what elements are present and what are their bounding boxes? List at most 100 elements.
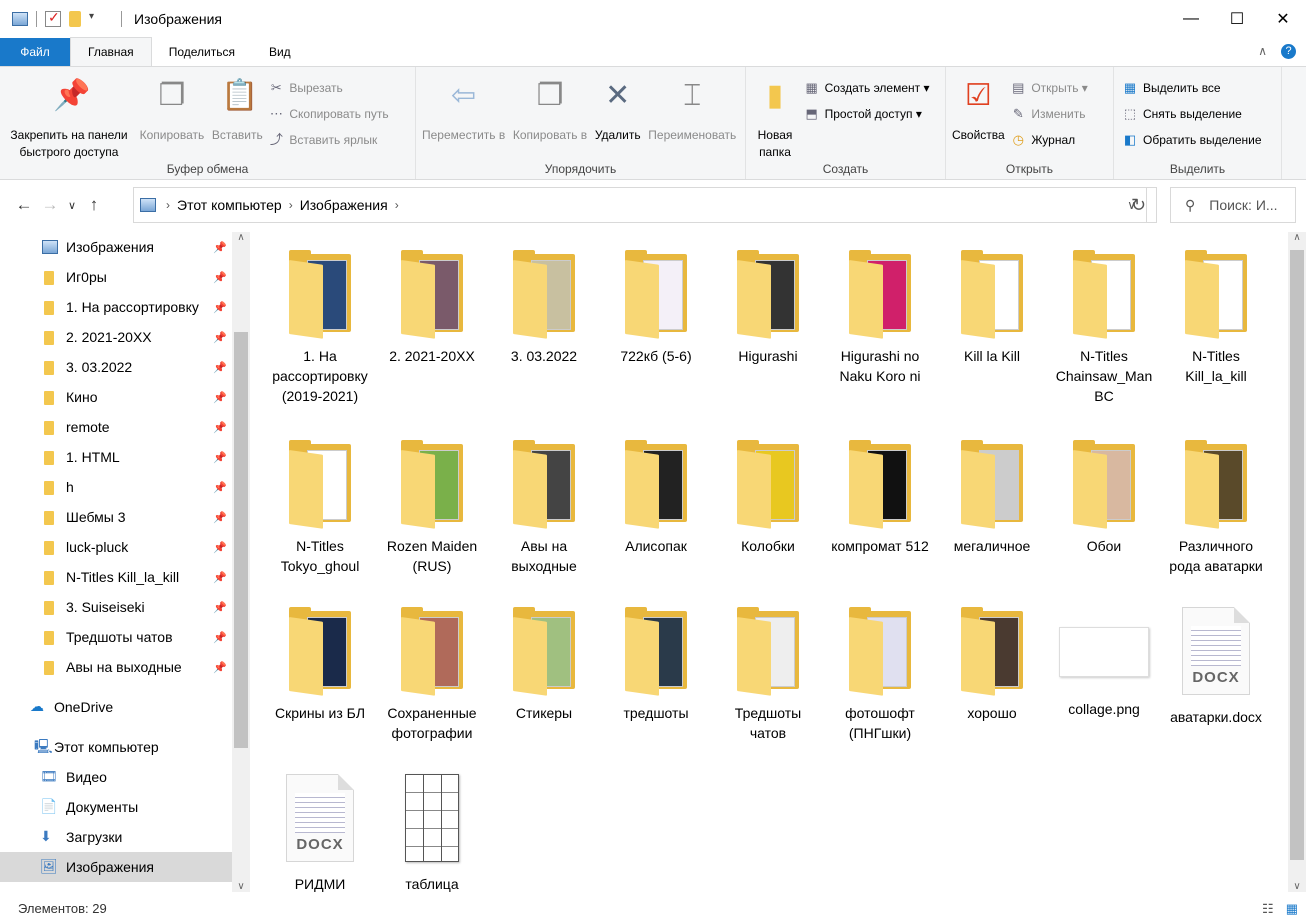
open-button[interactable]: ▤ Открыть ▾	[1010, 75, 1088, 101]
nav-scrollbar[interactable]: ∧ ∨	[232, 232, 250, 892]
file-item[interactable]: Обои	[1048, 430, 1160, 597]
file-item[interactable]: компромат 512	[824, 430, 936, 597]
details-view-icon[interactable]: ☷	[1262, 901, 1274, 917]
file-item[interactable]: Авы на выходные	[488, 430, 600, 597]
edit-button[interactable]: ✎ Изменить	[1010, 101, 1088, 127]
file-item[interactable]: таблица	[376, 764, 488, 893]
file-item[interactable]: Kill la Kill	[936, 240, 1048, 430]
select-all-button[interactable]: ▦ Выделить все	[1122, 75, 1262, 101]
file-item[interactable]: тредшоты	[600, 597, 712, 764]
recent-locations-button[interactable]: ∨	[64, 199, 80, 212]
nav-item[interactable]: Тредшоты чатов 📌	[0, 622, 232, 652]
nav-item[interactable]: ♪М...	[0, 882, 232, 893]
breadcrumb-pictures[interactable]: Изображения	[300, 197, 388, 213]
file-item[interactable]: Колобки	[712, 430, 824, 597]
nav-item[interactable]: luck-pluck 📌	[0, 532, 232, 562]
nav-item[interactable]: 1. На рассортировку 📌	[0, 292, 232, 322]
file-item[interactable]: 1. На рассортировку (2019-2021)	[264, 240, 376, 430]
nav-item[interactable]: 3. 03.2022 📌	[0, 352, 232, 382]
breadcrumb-this-pc[interactable]: Этот компьютер	[177, 197, 282, 213]
nav-item[interactable]: remote 📌	[0, 412, 232, 442]
copy-button[interactable]: ❐ Копировать	[138, 73, 207, 144]
cut-button[interactable]: ✂ Вырезать	[268, 75, 388, 101]
properties-button[interactable]: ☑ Свойства	[950, 73, 1007, 144]
paste-button[interactable]: 📋 Вставить	[210, 73, 265, 144]
minimize-button[interactable]: —	[1168, 0, 1214, 38]
file-item[interactable]: Скрины из БЛ	[264, 597, 376, 764]
address-bar[interactable]: › Этот компьютер › Изображения › ∨	[133, 187, 1147, 223]
file-item[interactable]: 722кб (5-6)	[600, 240, 712, 430]
file-item[interactable]: 3. 03.2022	[488, 240, 600, 430]
back-button[interactable]: ←	[12, 195, 36, 215]
new-folder-quick-icon[interactable]	[69, 11, 81, 27]
nav-item[interactable]: Кино 📌	[0, 382, 232, 412]
large-icons-view-icon[interactable]: ▦	[1286, 901, 1298, 917]
history-button[interactable]: ◷ Журнал	[1010, 127, 1088, 153]
nav-item[interactable]: 1. HTML 📌	[0, 442, 232, 472]
file-item[interactable]: Higurashi no Naku Koro ni	[824, 240, 936, 430]
paste-shortcut-button[interactable]: ⤴ Вставить ярлык	[268, 127, 388, 153]
forward-button[interactable]: →	[38, 195, 62, 215]
file-item[interactable]: фотошофт (ПНГшки)	[824, 597, 936, 764]
file-item[interactable]: N-Titles Kill_la_kill	[1160, 240, 1272, 430]
file-item[interactable]: Rozen Maiden (RUS)	[376, 430, 488, 597]
nav-item[interactable]: Авы на выходные 📌	[0, 652, 232, 682]
nav-item[interactable]: 3. Suiseiseki 📌	[0, 592, 232, 622]
search-input[interactable]: ⚲ Поиск: И...	[1170, 187, 1296, 223]
maximize-button[interactable]: ☐	[1214, 0, 1260, 38]
scroll-down-arrow[interactable]: ∨	[232, 881, 250, 892]
content-scrollbar-thumb[interactable]	[1290, 250, 1304, 860]
nav-item[interactable]: h 📌	[0, 472, 232, 502]
select-none-button[interactable]: ⬚ Снять выделение	[1122, 101, 1262, 127]
easy-access-button[interactable]: ⬒ Простой доступ ▾	[804, 101, 930, 127]
properties-quick-icon[interactable]	[45, 9, 61, 27]
pin-quick-access-button[interactable]: 📌 Закрепить на панели быстрого доступа	[4, 73, 134, 161]
file-item[interactable]: collage.png	[1048, 597, 1160, 764]
nav-item[interactable]: Шебмы 3 📌	[0, 502, 232, 532]
move-to-button[interactable]: ⇦ Переместить в	[420, 73, 507, 144]
file-item[interactable]: N-Titles Chainsaw_Man BC	[1048, 240, 1160, 430]
file-item[interactable]: Алисопак	[600, 430, 712, 597]
close-button[interactable]: ✕	[1260, 0, 1306, 38]
tab-view[interactable]: Вид	[252, 38, 308, 66]
invert-selection-button[interactable]: ◧ Обратить выделение	[1122, 127, 1262, 153]
copy-path-button[interactable]: ⋯ Скопировать путь	[268, 101, 389, 127]
up-button[interactable]: ↑	[82, 195, 106, 215]
file-item[interactable]: N-Titles Tokyo_ghoul	[264, 430, 376, 597]
scroll-up-arrow[interactable]: ∧	[1288, 232, 1306, 243]
tab-home[interactable]: Главная	[70, 37, 152, 66]
help-icon[interactable]: ?	[1281, 44, 1296, 59]
file-item[interactable]: Стикеры	[488, 597, 600, 764]
new-folder-button[interactable]: ▮ Новая папка	[750, 73, 800, 161]
nav-item[interactable]: ⬇ Загрузки	[0, 822, 232, 852]
customize-chevron-icon[interactable]: ▾	[89, 11, 105, 27]
nav-item[interactable]: Иг0ры 📌	[0, 262, 232, 292]
nav-item[interactable]: 2. 2021-20XX 📌	[0, 322, 232, 352]
file-item[interactable]: мегаличное	[936, 430, 1048, 597]
file-item[interactable]: 2. 2021-20XX	[376, 240, 488, 430]
nav-item[interactable]: Изображения 📌	[0, 232, 232, 262]
nav-item[interactable]: 📄 Документы	[0, 792, 232, 822]
file-item[interactable]: Сохраненные фотографии	[376, 597, 488, 764]
file-item[interactable]: Различного рода аватарки	[1160, 430, 1272, 597]
refresh-button[interactable]: ↻	[1121, 187, 1157, 223]
delete-button[interactable]: ✕ Удалить	[593, 73, 643, 144]
file-item[interactable]: Higurashi	[712, 240, 824, 430]
nav-item[interactable]: 🎞 Видео	[0, 762, 232, 792]
file-item[interactable]: Тредшоты чатов	[712, 597, 824, 764]
collapse-ribbon-icon[interactable]: ∧	[1258, 44, 1267, 59]
new-item-button[interactable]: ▦ Создать элемент ▾	[804, 75, 929, 101]
nav-scrollbar-thumb[interactable]	[234, 332, 248, 748]
nav-item[interactable]: 🖼 Изображения	[0, 852, 232, 882]
file-item[interactable]: хорошо	[936, 597, 1048, 764]
nav-item-onedrive[interactable]: ☁ OneDrive	[0, 692, 232, 722]
content-scrollbar[interactable]: ∧ ∨	[1288, 232, 1306, 892]
file-item[interactable]: DOCXРИДМИ РИДМИ.d...	[264, 764, 376, 893]
copy-to-button[interactable]: ❐ Копировать в	[511, 73, 589, 144]
scroll-down-arrow[interactable]: ∨	[1288, 881, 1306, 892]
rename-button[interactable]: ⌶ Переименовать	[646, 73, 738, 144]
scroll-up-arrow[interactable]: ∧	[232, 232, 250, 243]
nav-item-this-pc[interactable]: 🖳 Этот компьютер	[0, 732, 232, 762]
tab-file[interactable]: Файл	[0, 38, 70, 66]
nav-item[interactable]: N-Titles Kill_la_kill 📌	[0, 562, 232, 592]
